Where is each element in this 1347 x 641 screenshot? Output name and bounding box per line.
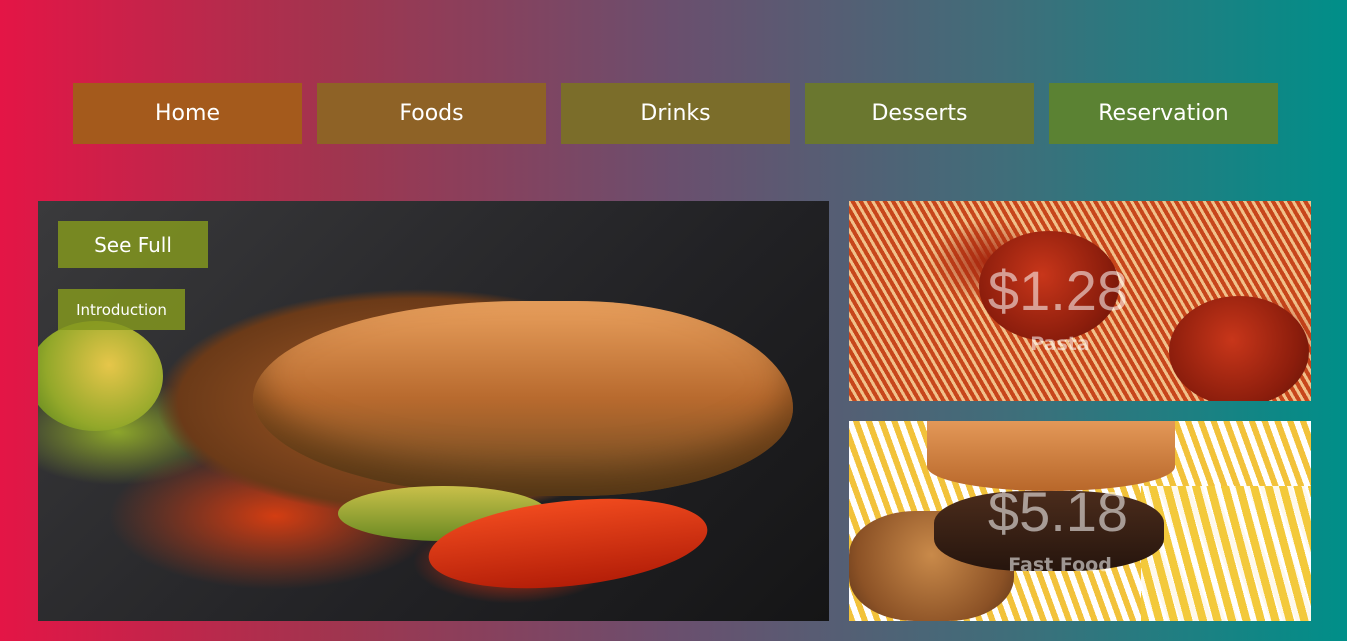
lime-decor — [38, 321, 163, 431]
hero-image-salmon: See Full Introduction — [38, 201, 829, 621]
price-label: $5.18 — [987, 480, 1129, 543]
card-pasta[interactable]: $1.28 Pasta — [849, 201, 1311, 401]
nav-item-desserts[interactable]: Desserts — [805, 83, 1034, 144]
card-fast-food[interactable]: $5.18 Fast Food — [849, 421, 1311, 621]
price-label: $1.28 — [987, 259, 1129, 322]
introduction-button[interactable]: Introduction — [58, 289, 185, 330]
nav-item-home[interactable]: Home — [73, 83, 302, 144]
see-full-button[interactable]: See Full — [58, 221, 208, 268]
nav-item-reservation[interactable]: Reservation — [1049, 83, 1278, 144]
card-title: Fast Food — [1008, 554, 1112, 576]
salmon-decor — [253, 301, 793, 496]
nav-item-drinks[interactable]: Drinks — [561, 83, 790, 144]
nav-item-foods[interactable]: Foods — [317, 83, 546, 144]
main-nav: Home Foods Drinks Desserts Reservation — [73, 83, 1278, 144]
card-title: Pasta — [1030, 333, 1090, 355]
